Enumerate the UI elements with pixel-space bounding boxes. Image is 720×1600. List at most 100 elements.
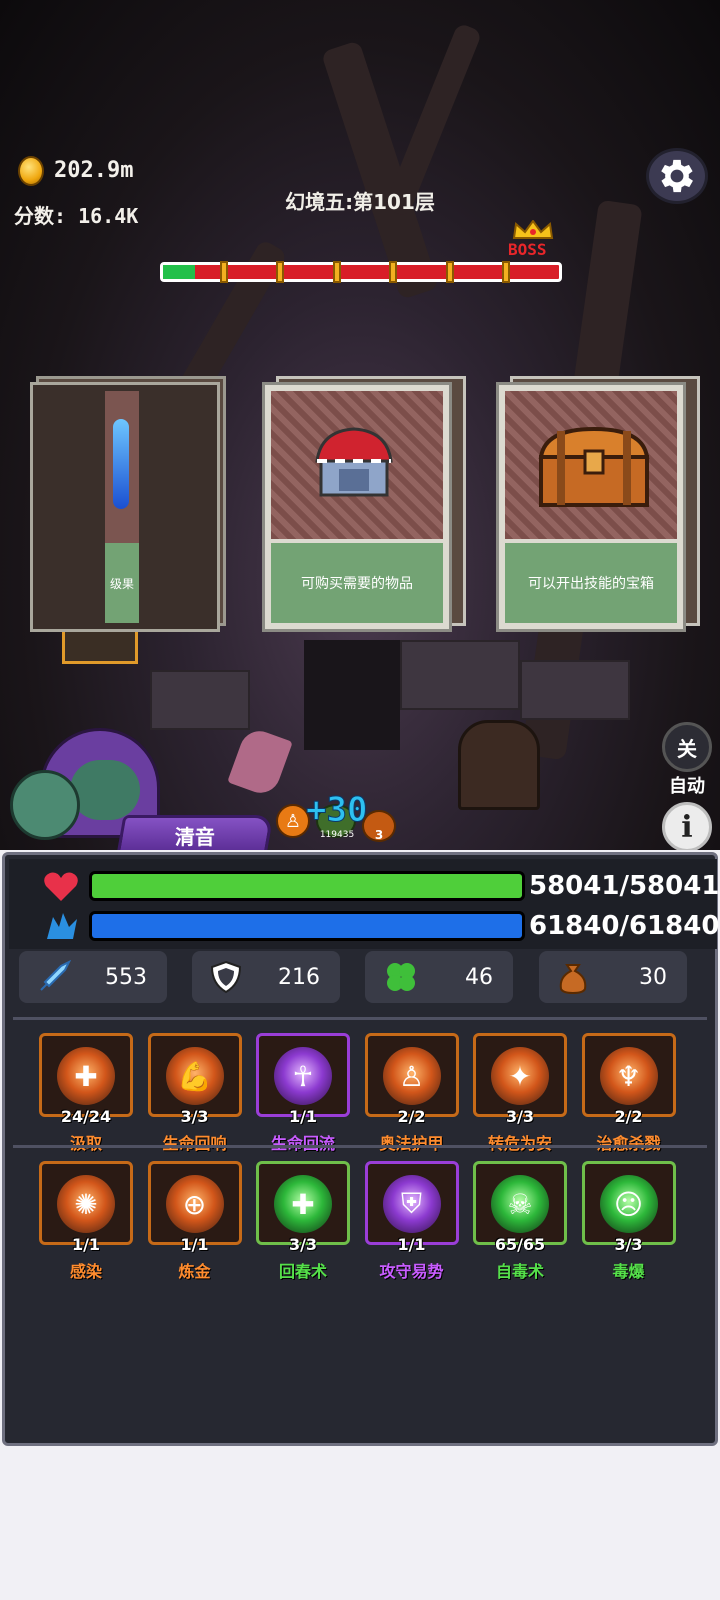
attack-value: 553 [105,964,147,990]
divider [13,1017,707,1020]
buff-regen-value: 119435 [319,830,355,840]
skill-frame: ✚ [39,1033,133,1117]
skill-slot[interactable]: ✚ 3/3 回春术 [256,1161,350,1281]
stat-defense: 216 [192,951,340,1003]
stage-checkpoint-marker [219,261,228,283]
coin-icon [18,156,44,186]
skill-glyph: ☠ [507,1187,533,1221]
hp-bar [89,871,525,901]
skill-icon: ☠ [491,1175,549,1233]
hero-status-panel: 58041/58041 61840/61840 553 216 46 30 ✚ … [2,852,720,1446]
skill-glyph: ☹ [613,1187,644,1221]
skill-slot[interactable]: ⊕ 1/1 炼金 [147,1161,242,1281]
skill-glyph: ✚ [291,1187,315,1221]
luck-value: 46 [465,964,493,990]
choice-card-shop[interactable]: 可购买需要的物品 [262,382,452,632]
skill-name: 生命回响 [162,1134,227,1153]
skill-level: 1/1 [180,1235,209,1254]
skill-name: 生命回流 [270,1134,335,1153]
shop-icon [315,427,393,497]
skill-slot[interactable]: ♆ 2/2 治愈杀戮 [581,1033,676,1153]
skill-level: 24/24 [60,1107,112,1126]
stage-checkpoint-marker [276,261,285,283]
skill-slot[interactable]: ✚ 24/24 汲取 [39,1033,133,1153]
auto-toggle-state: 关 [677,736,697,761]
skill-icon: ✚ [57,1047,115,1105]
lantern-sign [62,628,138,664]
buff-person-icon: ♙ [276,804,310,838]
skill-frame: ♙ [364,1033,459,1117]
skill-level: 3/3 [614,1235,643,1254]
skill-slot[interactable]: ☥ 1/1 生命回流 [256,1033,350,1153]
stone-block [520,660,630,720]
skill-slot[interactable]: ⛨ 1/1 攻守易势 [364,1161,459,1281]
skill-frame: 💪 [147,1033,242,1117]
skill-slot[interactable]: ✦ 3/3 转危为安 [473,1033,567,1153]
auto-toggle-button[interactable]: 关 [662,722,712,772]
skill-level: 1/1 [397,1235,426,1254]
hero-name-plate: 清音 [116,815,274,850]
skill-frame: ⊕ [147,1161,242,1245]
gain-popup: +30 [305,790,368,831]
dungeon-doorway [304,640,400,750]
stone-block [400,640,520,710]
skill-name: 汲取 [69,1134,102,1153]
choice-card-chest[interactable]: 可以开出技能的宝箱 [496,382,686,632]
defense-value: 216 [278,964,320,990]
skill-icon: ✚ [274,1175,332,1233]
skill-slot[interactable]: ✺ 1/1 感染 [39,1161,133,1281]
skill-level: 2/2 [614,1107,643,1126]
sword-icon [40,960,71,991]
battle-scene: 202.9m 分数: 16.4K 幻境五:第101层 BOSS 级果 可购买需要… [0,0,720,850]
skill-frame: ✚ [256,1161,350,1245]
choice-card-1[interactable]: 级果 [30,382,220,632]
skill-level: 3/3 [288,1235,318,1254]
mp-bar-fill [92,914,522,938]
bat-wing [227,725,293,799]
card-art [271,391,443,539]
skill-glyph: ⛨ [400,1187,422,1220]
info-icon: i [681,809,693,845]
skill-glyph: ♆ [615,1059,642,1093]
skill-icon: ✺ [57,1175,115,1233]
skill-name: 回春术 [278,1262,327,1281]
stat-luck: 46 [365,951,513,1003]
skill-frame: ✺ [39,1161,133,1245]
skill-glyph: ✚ [74,1059,98,1093]
skill-frame: ☠ [473,1161,567,1245]
skill-frame: ☥ [256,1033,350,1117]
skill-icon: ⊕ [165,1175,224,1233]
skill-glyph: 💪 [177,1059,212,1093]
skill-frame: ♆ [581,1033,676,1117]
skill-icon: ☹ [599,1175,658,1233]
hero-name: 清音 [175,824,215,849]
info-button[interactable]: i [662,802,712,850]
card-art [505,391,677,539]
skill-slot[interactable]: ♙ 2/2 奥法护甲 [364,1033,459,1153]
treasure-chest-icon [538,426,650,507]
stage-progress-fill [163,265,195,279]
skill-level: 3/3 [180,1107,209,1126]
skill-name: 奥法护甲 [379,1134,444,1153]
skill-slot[interactable]: ☹ 3/3 毒爆 [581,1161,676,1281]
skill-level: 1/1 [288,1107,318,1126]
skill-name: 自毒术 [495,1262,544,1281]
mp-bar [89,911,525,941]
skill-glyph: ⊕ [182,1187,207,1221]
skill-level: 3/3 [505,1107,535,1126]
skill-icon: ⛨ [382,1175,441,1233]
gold-bonus-value: 30 [639,964,667,990]
stat-attack: 553 [19,951,167,1003]
skill-glyph: ☥ [292,1059,314,1093]
hp-value: 58041/58041 [529,871,720,901]
skill-name: 感染 [69,1262,102,1281]
buff-flame-stack: 3 [374,828,384,842]
skill-icon: ☥ [274,1047,332,1105]
skill-level: 1/1 [71,1235,101,1254]
skill-frame: ☹ [581,1161,676,1245]
card-desc: 可以开出技能的宝箱 [505,543,677,623]
skill-slot[interactable]: 💪 3/3 生命回响 [147,1033,242,1153]
skill-name: 治愈杀戮 [596,1134,661,1153]
skill-slot[interactable]: ☠ 65/65 自毒术 [473,1161,567,1281]
card-desc: 级果 [105,543,139,623]
